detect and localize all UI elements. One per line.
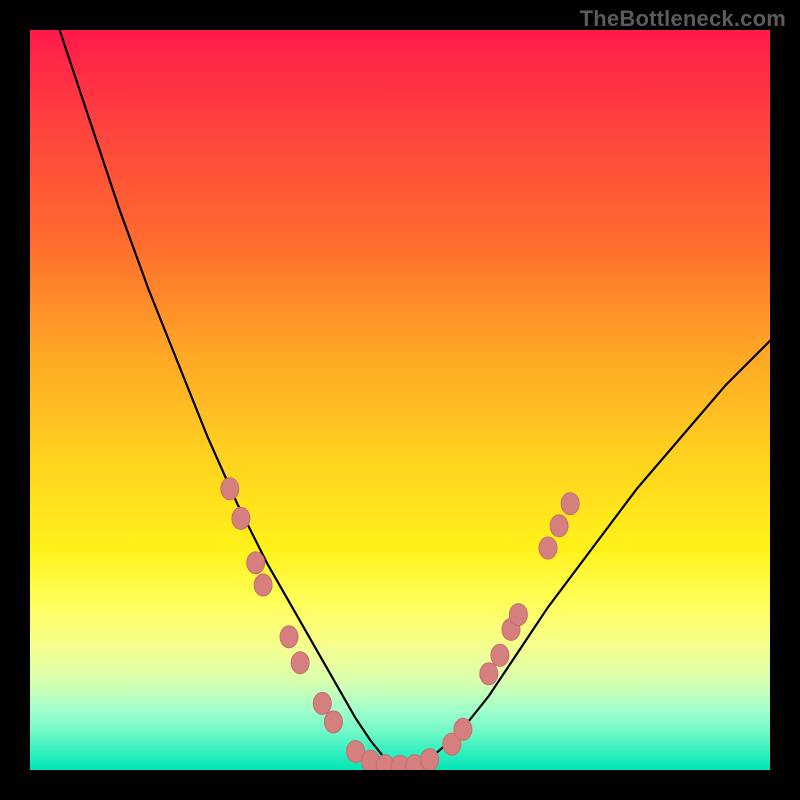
- bottleneck-curve-svg: [30, 30, 770, 770]
- curve-marker: [550, 515, 568, 537]
- curve-marker: [561, 493, 579, 515]
- plot-area: [30, 30, 770, 770]
- curve-marker: [491, 644, 509, 666]
- curve-marker: [324, 711, 342, 733]
- curve-markers: [221, 478, 579, 770]
- curve-marker: [232, 507, 250, 529]
- watermark-text: TheBottleneck.com: [580, 6, 786, 32]
- chart-frame: TheBottleneck.com: [0, 0, 800, 800]
- curve-marker: [247, 552, 265, 574]
- curve-marker: [421, 749, 439, 770]
- curve-marker: [291, 652, 309, 674]
- curve-marker: [280, 626, 298, 648]
- curve-marker: [254, 574, 272, 596]
- curve-marker: [539, 537, 557, 559]
- bottleneck-curve-path: [60, 30, 770, 766]
- curve-marker: [454, 718, 472, 740]
- curve-marker: [313, 692, 331, 714]
- curve-marker: [509, 604, 527, 626]
- curve-marker: [221, 478, 239, 500]
- curve-marker: [480, 663, 498, 685]
